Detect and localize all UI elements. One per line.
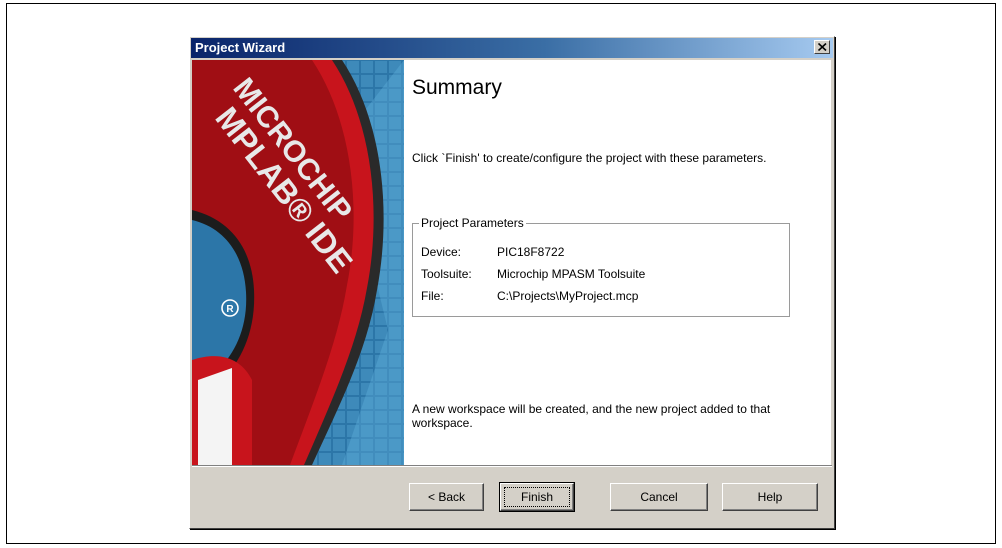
param-value: C:\Projects\MyProject.mcp <box>497 289 639 303</box>
help-button[interactable]: Help <box>722 483 818 511</box>
mplab-banner-image: R MICROCHIP MPLAB® IDE <box>192 60 404 465</box>
finish-button-label: Finish <box>520 489 553 504</box>
param-key: File: <box>421 289 444 303</box>
group-title: Project Parameters <box>419 216 526 230</box>
button-separator <box>192 465 832 467</box>
close-icon <box>818 43 827 51</box>
param-value: PIC18F8722 <box>497 245 565 259</box>
wizard-content: Summary Click `Finish' to create/configu… <box>404 60 831 465</box>
cancel-button[interactable]: Cancel <box>610 483 708 511</box>
intro-text: Click `Finish' to create/configure the p… <box>412 151 767 165</box>
param-key: Toolsuite: <box>421 267 472 281</box>
param-value: Microchip MPASM Toolsuite <box>497 267 646 281</box>
close-button[interactable] <box>814 40 830 54</box>
window-title: Project Wizard <box>195 40 286 55</box>
back-button[interactable]: < Back <box>409 483 484 511</box>
project-parameters-group: Project Parameters Device: PIC18F8722 To… <box>412 216 790 317</box>
title-bar[interactable]: Project Wizard <box>191 38 833 58</box>
svg-text:R: R <box>226 304 234 315</box>
param-key: Device: <box>421 245 462 259</box>
project-wizard-dialog: Project Wizard R MICROCHIP MPLAB® IDE Su… <box>189 36 835 529</box>
finish-button[interactable]: Finish <box>499 482 575 512</box>
mplab-ide-logo: R MICROCHIP MPLAB® IDE <box>192 60 404 465</box>
page-title: Summary <box>412 76 502 99</box>
footer-text: A new workspace will be created, and the… <box>412 402 771 430</box>
